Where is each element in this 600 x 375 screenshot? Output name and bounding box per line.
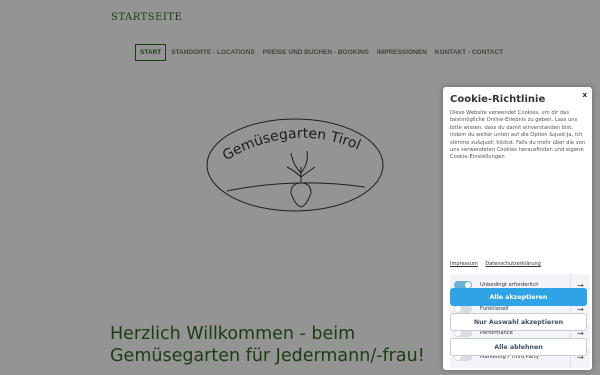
cookie-dialog: x Cookie-Richtlinie Diese Website verwen… [443, 87, 592, 370]
impressum-link[interactable]: Impressum [450, 261, 478, 267]
category-label: Funktionell [480, 306, 509, 312]
reject-all-button[interactable]: Alle ablehnen [450, 338, 587, 356]
accept-all-button[interactable]: Alle akzeptieren [450, 288, 587, 306]
close-button[interactable]: x [582, 91, 587, 99]
privacy-link[interactable]: Datenschutzerklärung [485, 261, 540, 267]
functional-toggle[interactable] [454, 305, 472, 313]
cookie-description: Diese Website verwendet Cookies, um dir … [450, 110, 586, 161]
accept-selection-button[interactable]: Nur Auswahl akzeptieren [450, 313, 587, 331]
cookie-links: Impressum Datenschutzerklärung [450, 261, 547, 267]
cookie-title: Cookie-Richtlinie [450, 94, 546, 105]
